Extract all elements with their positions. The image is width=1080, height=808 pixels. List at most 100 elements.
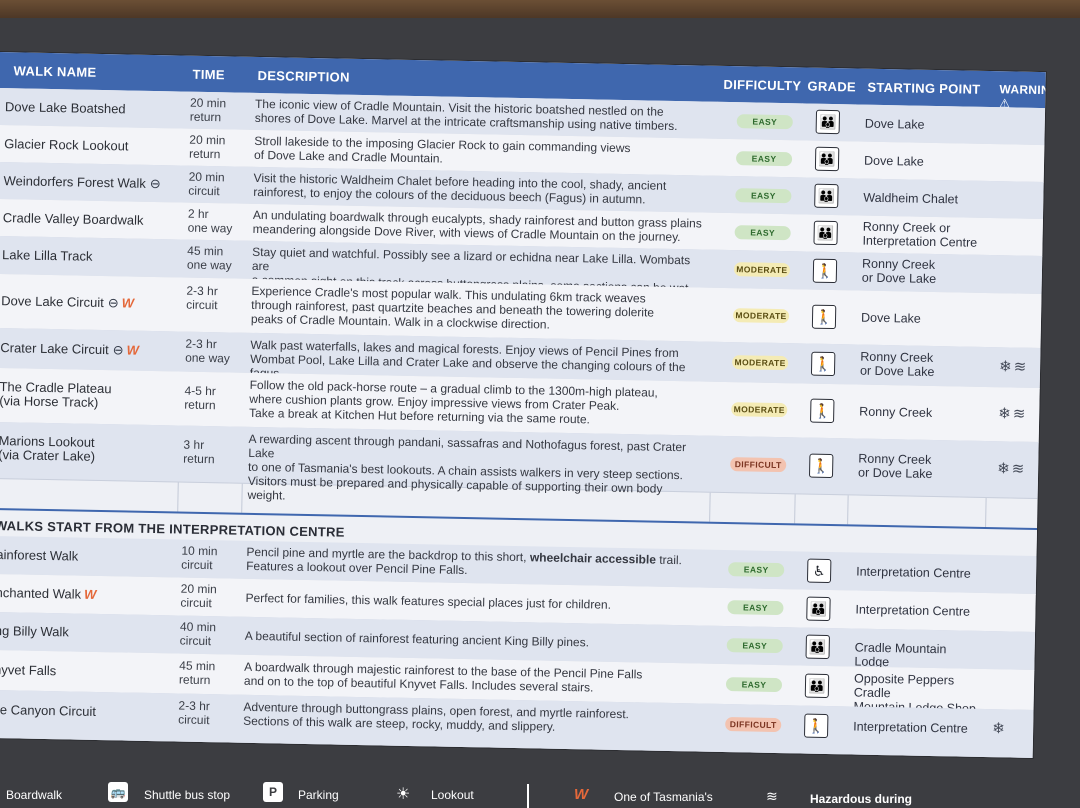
legend-hazard: Hazardous during bbox=[810, 792, 913, 806]
legend-lookout: Lookout bbox=[431, 788, 474, 802]
snow-wind-warning-icon: ❄≋ bbox=[998, 358, 1029, 376]
walk-time: 3 hr return bbox=[183, 437, 215, 467]
header-difficulty: DIFFICULTY bbox=[723, 76, 802, 94]
walk-description: The iconic view of Cradle Mountain. Visi… bbox=[254, 96, 678, 134]
starting-point: Ronny Creek or Dove Lake bbox=[857, 451, 933, 481]
grade-family-icon: 👪 bbox=[813, 220, 838, 246]
walk-time: 10 min circuit bbox=[181, 543, 218, 573]
difficulty-badge: EASY bbox=[725, 677, 783, 693]
walk-time: 20 min return bbox=[188, 132, 226, 162]
walk-description: Perfect for families, this walk features… bbox=[245, 590, 612, 612]
walk-description: An undulating boardwalk through eucalypt… bbox=[252, 207, 702, 245]
starting-point: Interpretation Centre bbox=[855, 602, 971, 619]
starting-point: Ronny Creek or Dove Lake bbox=[861, 256, 937, 287]
walk-time: 40 min circuit bbox=[179, 619, 217, 649]
difficulty-badge: MODERATE bbox=[732, 308, 790, 324]
lookout-icon: ☀ bbox=[396, 786, 411, 803]
header-time: TIME bbox=[192, 66, 226, 83]
legend-shuttle: Shuttle bus stop bbox=[144, 788, 231, 802]
difficulty-badge: EASY bbox=[735, 188, 792, 204]
walk-description: Stroll lakeside to the imposing Glacier … bbox=[253, 133, 631, 166]
difficulty-badge: EASY bbox=[728, 562, 785, 578]
header-starting-point: STARTING POINT bbox=[867, 79, 981, 97]
difficulty-badge: DIFFICULT bbox=[730, 457, 787, 473]
walk-name: Weindorfers Forest Walk ⊖ bbox=[3, 173, 161, 192]
walk-name: ve Canyon Circuit bbox=[0, 701, 97, 719]
grade-hiker-icon: 🚶 bbox=[811, 304, 837, 330]
starting-point: Dove Lake bbox=[860, 310, 921, 326]
grade-hiker-icon: 🚶 bbox=[812, 258, 838, 284]
grade-hiker-icon: 🚶 bbox=[810, 351, 836, 377]
walk-description: Pencil pine and myrtle are the backdrop … bbox=[246, 544, 683, 578]
difficulty-badge: MODERATE bbox=[732, 355, 789, 371]
great-short-walk-icon: W bbox=[121, 295, 135, 311]
difficulty-badge: DIFFICULT bbox=[725, 717, 782, 733]
legend-boardwalk: Boardwalk bbox=[6, 788, 63, 802]
snow-wind-warning-icon: ❄≋ bbox=[998, 405, 1028, 423]
starting-point: Ronny Creek bbox=[859, 404, 933, 420]
parking-icon: P bbox=[263, 782, 283, 802]
header-description: DESCRIPTION bbox=[257, 67, 350, 85]
grade-hiker-icon: 🚶 bbox=[808, 453, 834, 479]
walk-description: Visit the historic Waldheim Chalet befor… bbox=[253, 170, 667, 207]
great-short-walk-icon: W bbox=[574, 786, 589, 803]
great-short-walk-icon: W bbox=[126, 342, 140, 358]
walk-name: The Cradle Plateau (via Horse Track) bbox=[0, 379, 112, 410]
walk-name: ng Billy Walk bbox=[0, 623, 69, 640]
walk-description: A rewarding ascent through pandani, sass… bbox=[247, 431, 687, 503]
walk-name: Glacier Rock Lookout bbox=[4, 136, 129, 154]
wind-icon: ≋ bbox=[766, 788, 778, 804]
grade-family-icon: 👪 bbox=[805, 634, 830, 660]
walk-time: 2-3 hr circuit bbox=[186, 283, 218, 313]
difficulty-badge: MODERATE bbox=[733, 262, 791, 278]
difficulty-badge: EASY bbox=[726, 638, 783, 654]
grade-wheelchair-icon: ♿ bbox=[806, 558, 832, 584]
difficulty-badge: EASY bbox=[727, 600, 784, 616]
starting-point: Ronny Creek or Interpretation Centre bbox=[862, 219, 978, 250]
difficulty-badge: MODERATE bbox=[731, 402, 788, 418]
legend-parking: Parking bbox=[298, 788, 339, 802]
starting-point: Interpretation Centre bbox=[853, 719, 968, 736]
grade-hiker-icon: 🚶 bbox=[810, 398, 835, 424]
grade-hiker-icon: 🚶 bbox=[803, 713, 829, 739]
walk-name: Lake Lilla Track bbox=[1, 247, 93, 264]
starting-point: Interpretation Centre bbox=[856, 564, 971, 581]
walk-time: 20 min return bbox=[189, 95, 227, 125]
wood-wall bbox=[0, 0, 1080, 18]
walk-name: nchanted Walk W bbox=[0, 585, 97, 602]
starting-point: Ronny Creek or Dove Lake bbox=[859, 349, 935, 379]
walk-time: 4-5 hr return bbox=[184, 383, 217, 413]
walk-name: Cradle Valley Boardwalk bbox=[2, 210, 144, 228]
legend: Boardwalk 🚌 Shuttle bus stop P Parking ☀… bbox=[0, 778, 1080, 808]
header-grade: GRADE bbox=[807, 78, 857, 95]
snow-warning-icon: ❄ bbox=[992, 720, 1007, 738]
grade-family-icon: 👪 bbox=[814, 146, 840, 172]
walk-description: Follow the old pack-horse route – a grad… bbox=[248, 377, 658, 427]
difficulty-badge: EASY bbox=[734, 225, 791, 241]
walk-time: 20 min circuit bbox=[188, 169, 225, 199]
starting-point: Dove Lake bbox=[864, 116, 925, 132]
shuttle-bus-icon: 🚌 bbox=[108, 782, 128, 802]
legend-divider bbox=[527, 784, 529, 808]
difficulty-badge: EASY bbox=[736, 114, 793, 130]
walk-time: 2 hr one way bbox=[187, 206, 233, 236]
walk-name: Marions Lookout (via Crater Lake) bbox=[0, 433, 96, 464]
walk-name: Dove Lake Circuit ⊖ W bbox=[1, 293, 135, 311]
walk-description: Adventure through buttongrass plains, op… bbox=[243, 699, 630, 734]
grade-family-icon: 👪 bbox=[804, 673, 830, 699]
walk-time: 2-3 hr circuit bbox=[178, 698, 210, 728]
starting-point: Waldheim Chalet bbox=[863, 190, 959, 207]
grade-family-icon: 👪 bbox=[806, 596, 831, 622]
legend-tasmania: One of Tasmania's bbox=[614, 790, 713, 804]
grade-family-icon: 👪 bbox=[815, 109, 841, 135]
difficulty-badge: EASY bbox=[735, 151, 793, 167]
walk-name: nyvet Falls bbox=[0, 662, 57, 679]
starting-point: Dove Lake bbox=[863, 153, 924, 169]
walk-name: Crater Lake Circuit ⊖ W bbox=[0, 340, 140, 358]
walk-description: A boardwalk through majestic rainforest … bbox=[243, 659, 643, 695]
grade-family-icon: 👪 bbox=[814, 183, 839, 209]
walks-sign: WALK NAME TIME DESCRIPTION DIFFICULTY GR… bbox=[0, 52, 1046, 758]
walk-description: Experience Cradle's most popular walk. T… bbox=[250, 283, 655, 332]
forest-icon: ⊖ bbox=[112, 342, 124, 358]
walk-time: 2-3 hr one way bbox=[185, 336, 230, 366]
